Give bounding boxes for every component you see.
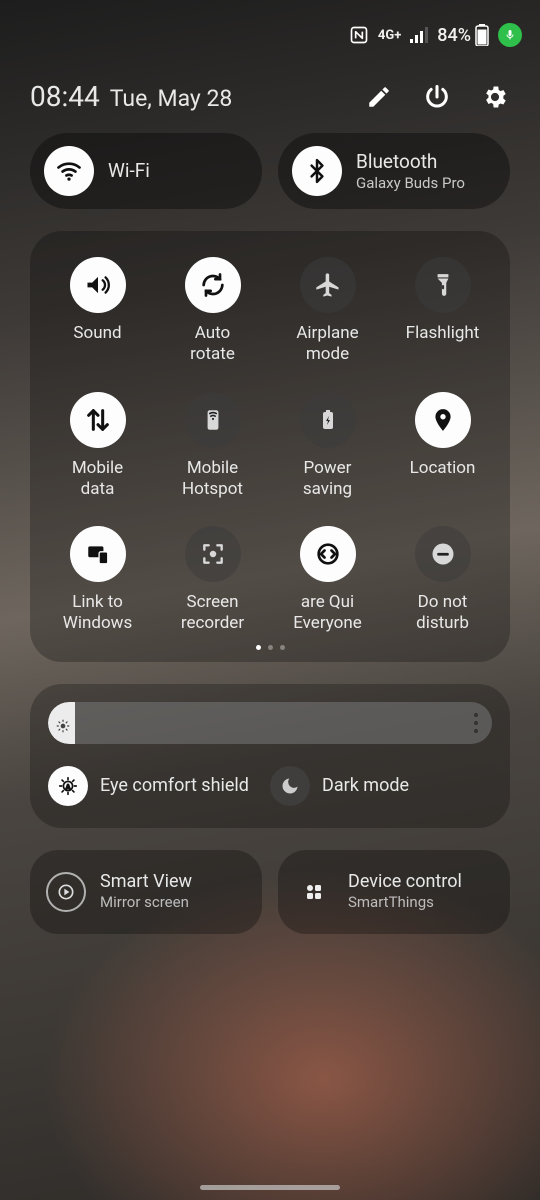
tile-sound[interactable]: Sound (40, 257, 155, 366)
network-type-label: 4G+ (378, 28, 401, 43)
tile-screen-recorder[interactable]: Screen recorder (155, 526, 270, 635)
nfc-icon (349, 25, 369, 45)
svg-text:A: A (66, 782, 71, 790)
tile-label: Power saving (303, 458, 352, 501)
clock-date-text: Tue, May 28 (110, 85, 233, 112)
device-control-button[interactable]: Device control SmartThings (278, 850, 510, 934)
airplane-mode-icon (300, 257, 356, 313)
smart-view-sub: Mirror screen (100, 893, 192, 912)
device-control-sub: SmartThings (348, 893, 462, 912)
dark-mode-label: Dark mode (322, 775, 409, 796)
mobile-data-icon (70, 392, 126, 448)
wifi-icon (44, 146, 94, 196)
tile-quick-share[interactable]: are Qui Everyone (270, 526, 385, 635)
status-bar: 4G+ 84% (0, 0, 540, 70)
battery-percent: 84% (437, 25, 471, 46)
clock-date: 08:44 Tue, May 28 (30, 80, 232, 113)
tile-label: Screen recorder (181, 592, 244, 635)
brightness-menu-button[interactable] (474, 713, 478, 733)
bluetooth-toggle[interactable]: Bluetooth Galaxy Buds Pro (278, 133, 510, 209)
eye-comfort-icon: A (48, 766, 88, 806)
tile-airplane-mode[interactable]: Airplane mode (270, 257, 385, 366)
location-icon (415, 392, 471, 448)
bluetooth-device: Galaxy Buds Pro (356, 174, 465, 193)
power-button[interactable] (422, 82, 452, 112)
smart-view-button[interactable]: Smart View Mirror screen (30, 850, 262, 934)
quick-share-icon (300, 526, 356, 582)
tile-label: Mobile data (72, 458, 123, 501)
tile-label: Do not disturb (416, 592, 469, 635)
bluetooth-icon (292, 146, 342, 196)
tile-label: Location (410, 458, 476, 500)
panel-header: 08:44 Tue, May 28 (30, 80, 510, 113)
tile-flashlight[interactable]: Flashlight (385, 257, 500, 366)
tile-label: Sound (73, 323, 121, 365)
tile-power-saving[interactable]: Power saving (270, 392, 385, 501)
smart-view-label: Smart View (100, 871, 192, 894)
smart-view-icon (46, 872, 86, 912)
eye-comfort-label: Eye comfort shield (100, 775, 249, 796)
tile-label: are Qui Everyone (293, 592, 362, 635)
tile-label: Mobile Hotspot (182, 458, 243, 501)
sound-icon (70, 257, 126, 313)
tile-label: Flashlight (406, 323, 480, 365)
mobile-hotspot-icon (185, 392, 241, 448)
quick-tiles-panel: Sound Auto rotate Airplane mode Flashlight M… (30, 231, 510, 662)
settings-button[interactable] (480, 82, 510, 112)
device-control-icon (294, 872, 334, 912)
device-control-label: Device control (348, 871, 462, 894)
eye-comfort-toggle[interactable]: A Eye comfort shield (48, 766, 270, 806)
brightness-sun-icon (56, 718, 66, 728)
battery-indicator: 84% (437, 24, 489, 46)
wifi-toggle[interactable]: Wi-Fi (30, 133, 262, 209)
flashlight-icon (415, 257, 471, 313)
wifi-label: Wi-Fi (108, 159, 150, 183)
link-windows-icon (70, 526, 126, 582)
do-not-disturb-icon (415, 526, 471, 582)
tile-mobile-data[interactable]: Mobile data (40, 392, 155, 501)
tile-mobile-hotspot[interactable]: Mobile Hotspot (155, 392, 270, 501)
clock-time: 08:44 (30, 80, 100, 113)
microphone-active-icon (498, 23, 522, 47)
tile-do-not-disturb[interactable]: Do not disturb (385, 526, 500, 635)
home-indicator[interactable] (200, 1185, 340, 1190)
brightness-slider[interactable] (48, 702, 492, 744)
tile-link-windows[interactable]: Link to Windows (40, 526, 155, 635)
page-indicator (40, 645, 500, 650)
screen-recorder-icon (185, 526, 241, 582)
bluetooth-label: Bluetooth (356, 150, 465, 174)
power-saving-icon (300, 392, 356, 448)
brightness-panel: A Eye comfort shield Dark mode (30, 684, 510, 828)
edit-button[interactable] (364, 82, 394, 112)
auto-rotate-icon (185, 257, 241, 313)
signal-icon (410, 27, 428, 43)
tile-label: Auto rotate (190, 323, 235, 366)
tile-auto-rotate[interactable]: Auto rotate (155, 257, 270, 366)
tile-label: Link to Windows (63, 592, 132, 635)
tile-label: Airplane mode (296, 323, 358, 366)
moon-icon (270, 766, 310, 806)
dark-mode-toggle[interactable]: Dark mode (270, 766, 492, 806)
tile-location[interactable]: Location (385, 392, 500, 501)
